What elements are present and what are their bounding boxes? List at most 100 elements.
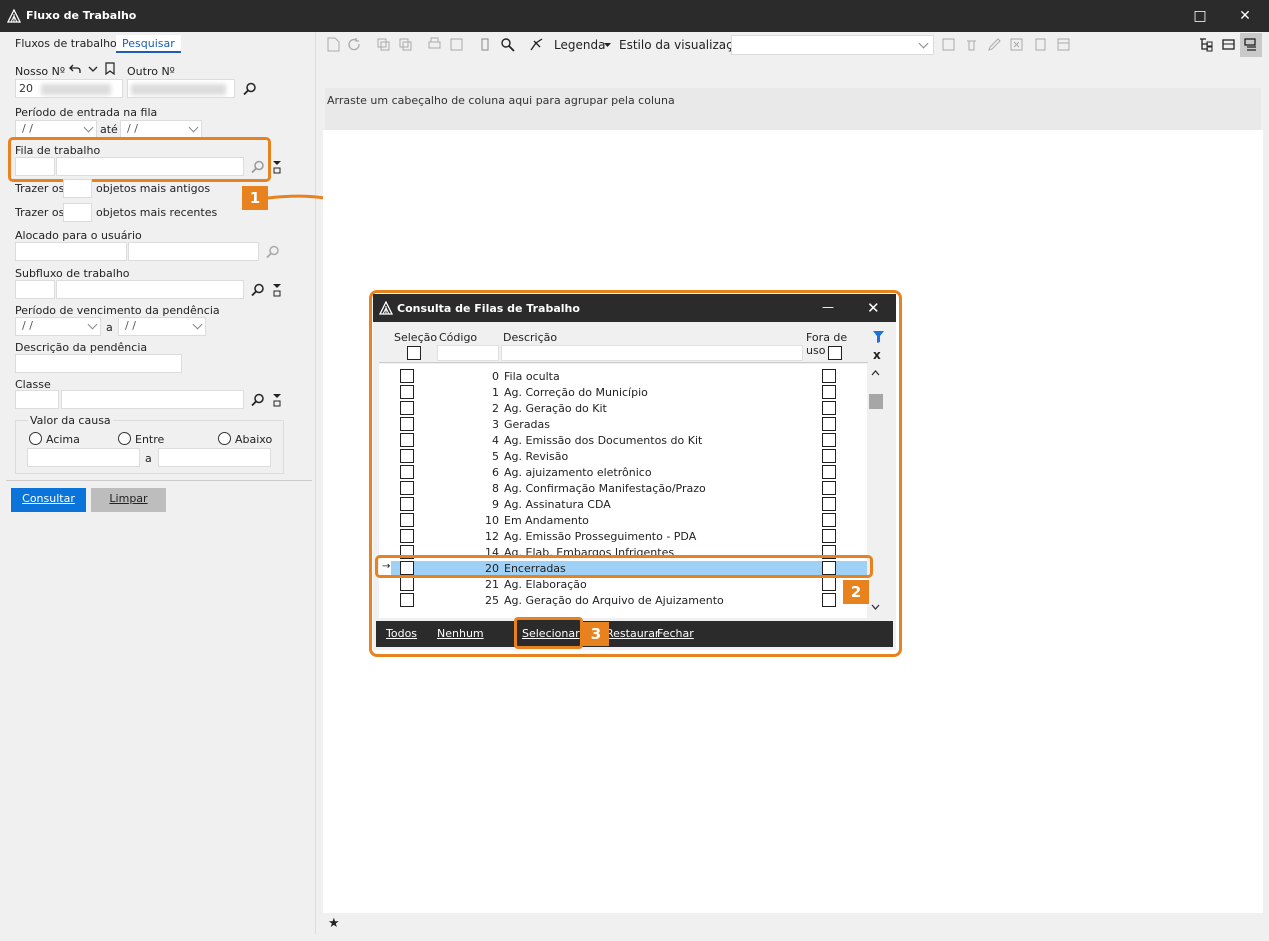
row-fora-uso-checkbox[interactable] [822, 465, 836, 479]
alocado-code-input[interactable] [15, 242, 127, 261]
row-fora-uso-checkbox[interactable] [822, 449, 836, 463]
scroll-down-icon[interactable] [871, 604, 880, 610]
zoom-icon[interactable] [500, 37, 515, 52]
valor-min-input[interactable] [27, 448, 140, 467]
row-select-checkbox[interactable] [400, 497, 414, 511]
row-select-checkbox[interactable] [400, 465, 414, 479]
venc-end-date[interactable]: / / [118, 317, 206, 336]
search-icon[interactable] [251, 283, 265, 297]
save-icon[interactable] [941, 37, 956, 52]
fora-uso-filter-checkbox[interactable] [828, 346, 842, 360]
print-icon[interactable] [427, 37, 442, 52]
table-row[interactable]: 0 Fila oculta [381, 369, 867, 385]
row-select-checkbox[interactable] [400, 401, 414, 415]
row-fora-uso-checkbox[interactable] [822, 529, 836, 543]
descricao-input[interactable] [15, 354, 182, 373]
classe-code-input[interactable] [15, 390, 59, 409]
close-button[interactable]: ✕ [1235, 6, 1255, 26]
row-fora-uso-checkbox[interactable] [822, 433, 836, 447]
row-select-checkbox[interactable] [400, 385, 414, 399]
limpar-button[interactable]: Limpar [91, 488, 166, 512]
export-icon[interactable] [449, 37, 464, 52]
dialog-minimize-button[interactable]: — [822, 300, 834, 314]
row-select-checkbox[interactable] [400, 593, 414, 607]
chevron-down-icon[interactable] [87, 63, 99, 75]
trash-icon[interactable] [964, 37, 979, 52]
row-select-checkbox[interactable] [400, 417, 414, 431]
nosso-input[interactable]: 20 [15, 79, 123, 98]
tree-view-icon[interactable] [1198, 37, 1213, 52]
table-row[interactable]: 5 Ag. Revisão [381, 449, 867, 465]
row-fora-uso-checkbox[interactable] [822, 417, 836, 431]
col-codigo[interactable]: Código [439, 331, 477, 344]
filter-dropdown-icon[interactable] [272, 160, 282, 174]
layout-icon[interactable] [1056, 37, 1071, 52]
bookmark-icon[interactable] [104, 62, 116, 75]
row-select-checkbox[interactable] [400, 433, 414, 447]
row-fora-uso-checkbox[interactable] [822, 369, 836, 383]
row-fora-uso-checkbox[interactable] [822, 577, 836, 591]
entre-radio[interactable] [118, 432, 131, 445]
copy-icon[interactable] [376, 37, 391, 52]
table-row[interactable]: 12 Ag. Emissão Prosseguimento - PDA [381, 529, 867, 545]
list-view-icon[interactable] [1221, 37, 1236, 52]
table-row[interactable]: 3 Geradas [381, 417, 867, 433]
tab-pesquisar[interactable]: Pesquisar [116, 35, 181, 53]
fechar-button[interactable]: Fechar [657, 627, 694, 640]
dialog-close-button[interactable]: ✕ [867, 299, 880, 317]
group-by-area[interactable]: Arraste um cabeçalho de coluna aqui para… [325, 88, 1261, 130]
table-row[interactable]: 6 Ag. ajuizamento eletrônico [381, 465, 867, 481]
select-all-filter-checkbox[interactable] [407, 346, 421, 360]
maximize-button[interactable]: □ [1190, 6, 1210, 26]
row-select-checkbox[interactable] [400, 481, 414, 495]
row-fora-uso-checkbox[interactable] [822, 481, 836, 495]
row-select-checkbox[interactable] [400, 449, 414, 463]
legenda-dropdown[interactable]: Legenda [554, 38, 605, 52]
acima-radio[interactable] [29, 432, 42, 445]
detail-view-toggle[interactable] [1240, 33, 1262, 57]
search-icon[interactable] [243, 82, 257, 96]
table-row[interactable]: 9 Ag. Assinatura CDA [381, 497, 867, 513]
caret-down-icon[interactable] [604, 43, 611, 48]
row-fora-uso-checkbox[interactable] [822, 385, 836, 399]
table-row[interactable]: 2 Ag. Geração do Kit [381, 401, 867, 417]
search-icon[interactable] [251, 393, 265, 407]
filter-dropdown-icon[interactable] [272, 393, 282, 407]
classe-desc-input[interactable] [61, 390, 244, 409]
table-row[interactable]: 25 Ag. Geração do Arquivo de Ajuizamento [381, 593, 867, 609]
mais-recentes-input[interactable] [63, 203, 92, 222]
mais-antigos-input[interactable] [63, 179, 92, 198]
row-fora-uso-checkbox[interactable] [822, 513, 836, 527]
edit-icon[interactable] [987, 37, 1002, 52]
nenhum-button[interactable]: Nenhum [437, 627, 484, 640]
descricao-filter-input[interactable] [501, 345, 803, 361]
dialog-scrollbar[interactable] [867, 364, 884, 618]
outro-input[interactable] [127, 79, 235, 98]
subfluxo-desc-input[interactable] [56, 280, 244, 299]
excel-icon[interactable] [1009, 37, 1024, 52]
selecionar-button[interactable]: Selecionar [514, 617, 583, 649]
row-fora-uso-checkbox[interactable] [822, 401, 836, 415]
row-select-checkbox[interactable] [400, 577, 414, 591]
scroll-up-icon[interactable] [871, 370, 880, 376]
row-select-checkbox[interactable] [400, 513, 414, 527]
subfluxo-code-input[interactable] [15, 280, 55, 299]
todos-button[interactable]: Todos [386, 627, 417, 640]
new-row-star-icon[interactable]: ★ [328, 916, 340, 931]
undo-icon[interactable] [69, 63, 81, 75]
estilo-select[interactable] [731, 35, 934, 55]
abaixo-radio[interactable] [218, 432, 231, 445]
col-descricao[interactable]: Descrição [503, 331, 557, 344]
venc-start-date[interactable]: / / [15, 317, 101, 336]
valor-max-input[interactable] [158, 448, 271, 467]
clear-filter-button[interactable]: x [873, 348, 881, 362]
row-fora-uso-checkbox[interactable] [822, 497, 836, 511]
col-selecao[interactable]: Seleção [394, 331, 437, 344]
table-row[interactable]: 4 Ag. Emissão dos Documentos do Kit [381, 433, 867, 449]
alocado-name-input[interactable] [128, 242, 259, 261]
table-row[interactable]: 21 Ag. Elaboração [381, 577, 867, 593]
new-document-icon[interactable] [326, 37, 341, 52]
attach-icon[interactable] [478, 37, 493, 52]
legend-icon[interactable] [529, 37, 544, 52]
table-row[interactable]: 1 Ag. Correção do Município [381, 385, 867, 401]
